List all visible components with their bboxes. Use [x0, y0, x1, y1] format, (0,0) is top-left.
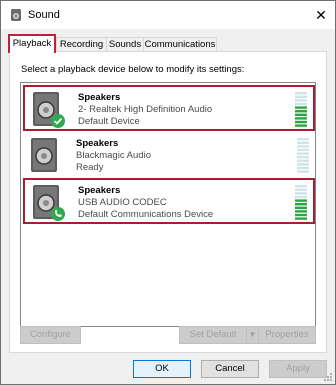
meter-segment [295, 99, 307, 102]
cancel-button[interactable]: Cancel [201, 360, 259, 378]
meter-segment [295, 110, 307, 113]
meter-segment [295, 210, 307, 213]
properties-button[interactable]: Properties [258, 326, 316, 344]
device-list: Speakers 2- Realtek High Definition Audi… [20, 82, 316, 327]
device-status: Default Device [78, 116, 140, 127]
meter-segment [297, 145, 309, 148]
meter-segment [295, 102, 307, 106]
speaker-app-icon [11, 9, 21, 21]
meter-segment [295, 92, 307, 95]
meter-segment [295, 203, 307, 206]
configure-button[interactable]: Configure [20, 326, 81, 344]
device-description: USB AUDIO CODEC [78, 197, 167, 208]
instructions-text: Select a playback device below to modify… [21, 64, 245, 75]
device-status: Ready [76, 162, 104, 173]
meter-segment [295, 106, 307, 109]
meter-segment [297, 148, 309, 152]
meter-segment [295, 113, 307, 116]
resize-grip-icon[interactable] [323, 372, 333, 382]
meter-segment [295, 199, 307, 202]
meter-segment [297, 156, 309, 159]
tab-playback[interactable]: Playback [8, 34, 56, 53]
device-name: Speakers [76, 138, 119, 149]
speaker-icon [31, 138, 57, 172]
meter-segment [295, 206, 307, 209]
device-name: Speakers [78, 185, 121, 196]
device-description: Blackmagic Audio [76, 150, 151, 161]
playback-panel: Select a playback device below to modify… [9, 51, 327, 353]
meter-segment [295, 120, 307, 124]
device-item-usb-audio[interactable]: Speakers USB AUDIO CODEC Default Communi… [23, 178, 315, 224]
meter-segment [295, 95, 307, 98]
speaker-icon [33, 92, 65, 128]
meter-segment [297, 166, 309, 170]
meter-segment [297, 141, 309, 144]
ok-button[interactable]: OK [133, 360, 191, 378]
device-name: Speakers [78, 92, 121, 103]
tab-recording[interactable]: Recording [56, 37, 107, 52]
sound-dialog: Sound ✕ Playback Recording Sounds Commun… [0, 0, 336, 385]
meter-segment [297, 138, 309, 141]
meter-segment [297, 152, 309, 155]
level-meter [295, 92, 307, 127]
device-item-realtek[interactable]: Speakers 2- Realtek High Definition Audi… [23, 85, 315, 131]
meter-segment [295, 213, 307, 217]
level-meter [295, 185, 307, 220]
meter-segment [295, 195, 307, 199]
device-description: 2- Realtek High Definition Audio [78, 104, 213, 115]
tab-sounds[interactable]: Sounds [106, 37, 144, 52]
apply-button[interactable]: Apply [269, 360, 327, 378]
device-status: Default Communications Device [78, 209, 214, 220]
meter-segment [297, 163, 309, 166]
meter-segment [297, 159, 309, 162]
tab-communications[interactable]: Communications [143, 37, 217, 52]
title-bar: Sound ✕ [1, 1, 335, 29]
meter-segment [295, 192, 307, 195]
meter-segment [295, 188, 307, 191]
meter-segment [295, 124, 307, 127]
window-title: Sound [28, 9, 60, 21]
set-default-button[interactable]: Set Default [179, 326, 247, 344]
speaker-icon [33, 185, 65, 221]
device-item-blackmagic[interactable]: Speakers Blackmagic Audio Ready [23, 133, 315, 179]
close-icon[interactable]: ✕ [311, 5, 331, 25]
meter-segment [297, 170, 309, 173]
level-meter [297, 138, 309, 173]
meter-segment [295, 217, 307, 220]
meter-segment [295, 185, 307, 188]
meter-segment [295, 117, 307, 120]
